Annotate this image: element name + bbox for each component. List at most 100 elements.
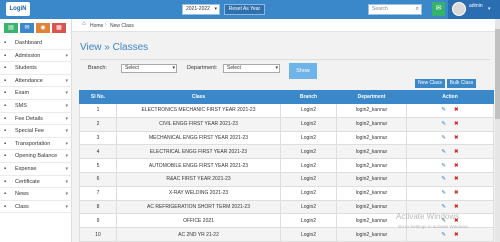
app-logo[interactable]: LogiN bbox=[6, 2, 30, 16]
sidebar-item-class[interactable]: ▪ Class ▾ bbox=[0, 201, 72, 214]
cell-sl: 6 bbox=[79, 171, 117, 187]
col-header-branch[interactable]: Branch bbox=[280, 90, 337, 104]
delete-icon[interactable]: ✖ bbox=[454, 107, 459, 113]
sidebar-item-label: Opening Balance bbox=[15, 153, 58, 160]
edit-icon[interactable]: ✎ bbox=[441, 163, 446, 169]
sidebar-item-opening-balance[interactable]: ▪ Opening Balance ▾ bbox=[0, 150, 72, 163]
show-button[interactable]: Show bbox=[289, 63, 317, 79]
chevron-down-icon[interactable]: ▾ bbox=[65, 201, 68, 213]
delete-icon[interactable]: ✖ bbox=[454, 121, 459, 127]
search-icon[interactable]: ⌕ bbox=[416, 5, 419, 14]
top-bar: LogiN 2021-2022 Reset As Year Search ⌕ ✉… bbox=[0, 0, 500, 19]
sidebar-item-expense[interactable]: ▪ Expense ▾ bbox=[0, 163, 72, 176]
delete-icon[interactable]: ✖ bbox=[454, 149, 459, 155]
chevron-down-icon[interactable]: ▾ bbox=[488, 6, 491, 12]
sidebar-item-sms[interactable]: ▪ SMS ▾ bbox=[0, 100, 72, 113]
activation-watermark-subtitle: Go to Settings to activate Windows. bbox=[398, 224, 470, 229]
sidebar-item-special-fee[interactable]: ▪ Special Fee ▾ bbox=[0, 125, 72, 138]
cell-sl: 5 bbox=[79, 158, 117, 173]
edit-icon[interactable]: ✎ bbox=[441, 149, 446, 155]
cell-class: AC 2ND YR 21-22 bbox=[116, 227, 281, 242]
edit-icon[interactable]: ✎ bbox=[441, 190, 446, 196]
sidebar-item-label: Class bbox=[15, 203, 29, 210]
cell-branch: Login2 bbox=[280, 171, 337, 187]
sidebar-item-admission[interactable]: ▪ Admission ▾ bbox=[0, 50, 72, 63]
col-header-class[interactable]: Class bbox=[116, 90, 281, 104]
delete-icon[interactable]: ✖ bbox=[454, 232, 459, 238]
edit-icon[interactable]: ✎ bbox=[441, 135, 446, 141]
edit-icon[interactable]: ✎ bbox=[441, 176, 446, 182]
chart-icon[interactable]: ▤ bbox=[4, 23, 18, 33]
department-select[interactable]: Select bbox=[223, 64, 280, 73]
chevron-down-icon[interactable]: ▾ bbox=[65, 150, 68, 162]
sidebar-item-dashboard[interactable]: ▪ Dashboard bbox=[0, 37, 72, 50]
table-row: 2 CIVIL ENGG FIRST YEAR 2021-23 Login2 logi… bbox=[79, 116, 494, 132]
reset-as-year-button[interactable]: Reset As Year bbox=[224, 4, 265, 15]
sidebar-item-news[interactable]: ▪ News ▾ bbox=[0, 188, 72, 201]
new-class-button[interactable]: New Class bbox=[415, 79, 445, 88]
expense-icon: ▪ bbox=[4, 165, 7, 172]
sidebar-item-label: SMS bbox=[15, 102, 27, 109]
cell-sl: 3 bbox=[79, 130, 117, 146]
delete-icon[interactable]: ✖ bbox=[454, 163, 459, 169]
sidebar-item-label: Special Fee bbox=[15, 128, 45, 135]
bulk-class-button[interactable]: Bulk Class bbox=[447, 79, 476, 88]
quick-actions: ▤ ✉ ◉ ▦ bbox=[4, 23, 66, 33]
delete-icon[interactable]: ✖ bbox=[454, 204, 459, 210]
scrollbar-thumb[interactable] bbox=[495, 29, 500, 119]
search-placeholder: Search bbox=[372, 6, 388, 12]
grid-icon[interactable]: ▦ bbox=[52, 23, 66, 33]
chevron-down-icon[interactable]: ▾ bbox=[65, 176, 68, 188]
breadcrumb-current: New Class bbox=[110, 23, 134, 29]
chevron-down-icon[interactable]: ▾ bbox=[65, 100, 68, 112]
delete-icon[interactable]: ✖ bbox=[454, 176, 459, 182]
avatar[interactable] bbox=[452, 2, 466, 16]
delete-icon[interactable]: ✖ bbox=[454, 135, 459, 141]
cell-department: login2_kannur bbox=[336, 158, 407, 173]
user-icon[interactable]: ◉ bbox=[36, 23, 50, 33]
table-row: 4 ELECTRICAL ENGG FIRST YEAR 2021-23 Login… bbox=[79, 144, 494, 160]
chevron-down-icon[interactable]: ▾ bbox=[65, 50, 68, 62]
chevron-down-icon[interactable]: ▾ bbox=[65, 125, 68, 137]
sidebar-item-label: Dashboard bbox=[15, 40, 42, 46]
cell-sl: 7 bbox=[79, 185, 117, 201]
students-icon: ▪ bbox=[4, 65, 7, 72]
chevron-down-icon[interactable]: ▾ bbox=[65, 87, 68, 99]
edit-icon[interactable]: ✎ bbox=[441, 232, 446, 238]
edit-icon[interactable]: ✎ bbox=[441, 204, 446, 210]
messages-icon[interactable]: ✉ bbox=[432, 2, 445, 16]
col-header-sl[interactable]: Sl No. bbox=[79, 90, 117, 104]
branch-select[interactable]: Select bbox=[121, 64, 177, 73]
breadcrumb-home[interactable]: Home bbox=[90, 23, 103, 29]
news-icon: ▪ bbox=[4, 191, 7, 198]
cell-class: X-RAY WELDING 2021-23 bbox=[116, 185, 281, 201]
sidebar-item-label: Transportation bbox=[15, 140, 51, 147]
page-scrollbar[interactable] bbox=[495, 19, 500, 242]
sidebar-item-transportation[interactable]: ▪ Transportation ▾ bbox=[0, 138, 72, 151]
sms-icon: ▪ bbox=[4, 102, 7, 109]
home-icon[interactable]: ⌂ bbox=[82, 21, 86, 27]
user-menu[interactable]: admin ▾ bbox=[448, 0, 500, 19]
edit-icon[interactable]: ✎ bbox=[441, 107, 446, 113]
chevron-down-icon[interactable]: ▾ bbox=[65, 188, 68, 200]
sidebar-item-students[interactable]: ▪ Students bbox=[0, 62, 72, 75]
sidebar-item-attendance[interactable]: ▪ Attendance ▾ bbox=[0, 75, 72, 88]
user-name: admin bbox=[469, 3, 483, 9]
mail-icon[interactable]: ✉ bbox=[20, 23, 34, 33]
search-input[interactable]: Search ⌕ bbox=[368, 4, 422, 15]
delete-icon[interactable]: ✖ bbox=[454, 190, 459, 196]
col-header-department[interactable]: Department bbox=[336, 90, 407, 104]
sidebar-item-fee-details[interactable]: ▪ Fee Details ▾ bbox=[0, 113, 72, 126]
sidebar-item-certificate[interactable]: ▪ Certificate ▾ bbox=[0, 176, 72, 189]
chevron-down-icon[interactable]: ▾ bbox=[65, 75, 68, 87]
cell-action: ✎ ✖ bbox=[406, 171, 494, 187]
cell-branch: Login2 bbox=[280, 130, 337, 146]
cell-action: ✎ ✖ bbox=[406, 116, 494, 132]
sidebar-item-exam[interactable]: ▪ Exam ▾ bbox=[0, 87, 72, 100]
chevron-down-icon[interactable]: ▾ bbox=[65, 163, 68, 175]
chevron-down-icon[interactable]: ▾ bbox=[65, 138, 68, 150]
edit-icon[interactable]: ✎ bbox=[441, 121, 446, 127]
chevron-down-icon[interactable]: ▾ bbox=[65, 113, 68, 125]
academic-year-select[interactable]: 2021-2022 bbox=[182, 4, 220, 15]
sidebar-item-label: News bbox=[15, 191, 29, 198]
